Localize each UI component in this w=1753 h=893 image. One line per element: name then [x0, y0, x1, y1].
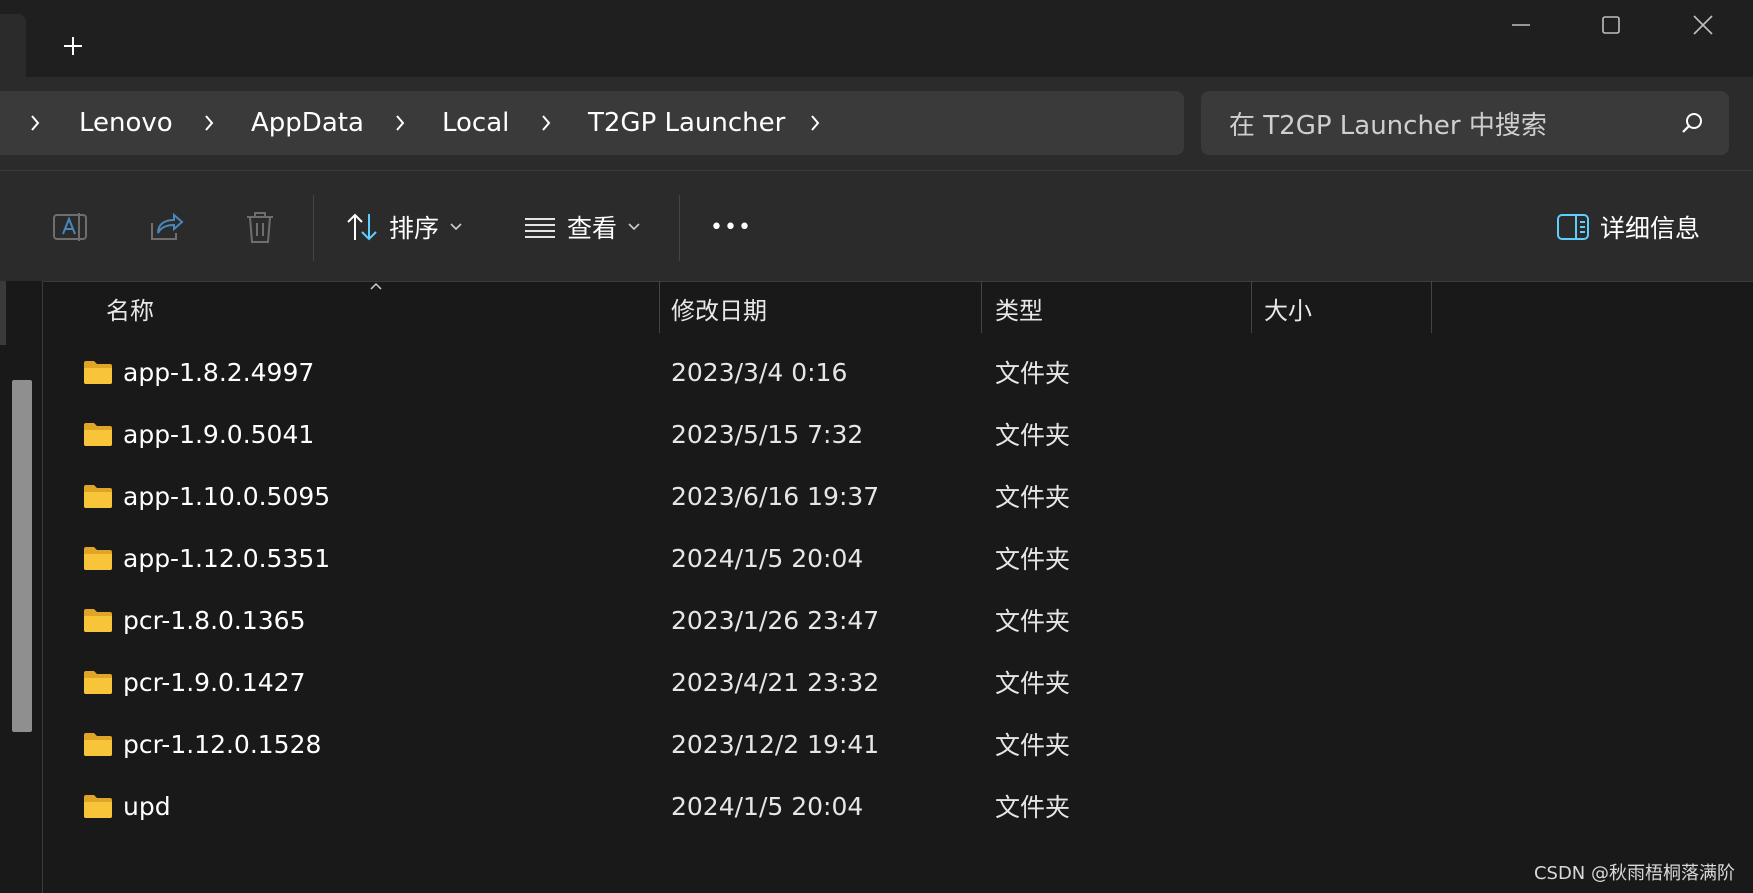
- breadcrumb-chevron-icon[interactable]: [202, 91, 216, 155]
- details-pane-button[interactable]: 详细信息: [1556, 199, 1700, 255]
- column-header-name[interactable]: 名称: [106, 281, 154, 335]
- more-options-button[interactable]: •••: [710, 199, 752, 255]
- close-icon: [1693, 15, 1713, 35]
- column-divider[interactable]: [659, 281, 660, 333]
- minimize-icon: [1512, 24, 1530, 26]
- folder-icon: [84, 671, 112, 694]
- file-modified-date: 2023/12/2 19:41: [671, 729, 880, 759]
- file-modified-date: 2023/6/16 19:37: [671, 481, 880, 511]
- file-name[interactable]: pcr-1.8.0.1365: [123, 589, 306, 651]
- file-row[interactable]: pcr-1.9.0.1427 2023/4/21 23:32 文件夹: [43, 651, 1753, 713]
- breadcrumb-chevron-icon[interactable]: [539, 91, 553, 155]
- file-modified-date: 2023/1/26 23:47: [671, 605, 880, 635]
- search-icon[interactable]: [1681, 111, 1705, 135]
- file-name[interactable]: pcr-1.12.0.1528: [123, 713, 321, 775]
- minimize-button[interactable]: [1475, 0, 1567, 50]
- file-type: 文件夹: [995, 359, 1071, 388]
- breadcrumb-chevron-icon[interactable]: [28, 91, 42, 155]
- file-row[interactable]: app-1.8.2.4997 2023/3/4 0:16 文件夹: [43, 341, 1753, 403]
- toolbar-divider: [313, 195, 314, 261]
- folder-icon: [84, 423, 112, 446]
- column-divider[interactable]: [1251, 281, 1252, 333]
- file-row[interactable]: upd 2024/1/5 20:04 文件夹: [43, 775, 1753, 837]
- watermark: CSDN @秋雨梧桐落满阶: [1533, 863, 1735, 884]
- search-placeholder: 在 T2GP Launcher 中搜索: [1229, 110, 1547, 141]
- maximize-icon: [1602, 16, 1620, 34]
- share-icon[interactable]: [146, 207, 186, 247]
- command-bar: 排序 查看 ••• 详细信息: [0, 170, 1753, 282]
- breadcrumb-lenovo[interactable]: Lenovo: [79, 91, 173, 155]
- file-name[interactable]: pcr-1.9.0.1427: [123, 651, 306, 713]
- file-row[interactable]: app-1.10.0.5095 2023/6/16 19:37 文件夹: [43, 465, 1753, 527]
- folder-icon: [84, 485, 112, 508]
- plus-icon: [64, 37, 82, 55]
- file-type: 文件夹: [995, 669, 1071, 698]
- file-row[interactable]: pcr-1.12.0.1528 2023/12/2 19:41 文件夹: [43, 713, 1753, 775]
- file-modified-date: 2024/1/5 20:04: [671, 543, 864, 573]
- details-pane-label: 详细信息: [1600, 214, 1701, 243]
- sort-icon: [347, 213, 377, 241]
- column-header-row: 名称 修改日期 类型 大小: [43, 281, 1753, 335]
- folder-icon: [84, 361, 112, 384]
- navigation-scrollbar-thumb[interactable]: [12, 380, 32, 732]
- column-divider[interactable]: [1431, 281, 1432, 333]
- maximize-button[interactable]: [1565, 0, 1657, 50]
- file-type: 文件夹: [995, 421, 1071, 450]
- folder-icon: [84, 609, 112, 632]
- file-name[interactable]: app-1.10.0.5095: [123, 465, 330, 527]
- chevron-down-icon: [628, 223, 640, 231]
- file-name[interactable]: app-1.8.2.4997: [123, 341, 314, 403]
- sort-ascending-icon: [370, 282, 382, 290]
- breadcrumb-appdata[interactable]: AppData: [251, 91, 364, 155]
- breadcrumb-local[interactable]: Local: [442, 91, 509, 155]
- toolbar-divider: [679, 195, 680, 261]
- file-type: 文件夹: [995, 483, 1071, 512]
- breadcrumb-t2gp-launcher[interactable]: T2GP Launcher: [588, 91, 785, 155]
- folder-icon: [84, 733, 112, 756]
- file-modified-date: 2023/3/4 0:16: [671, 357, 848, 387]
- folder-icon: [84, 795, 112, 818]
- more-options-icon: •••: [710, 214, 752, 240]
- sort-button[interactable]: 排序: [345, 199, 463, 255]
- sort-label: 排序: [389, 214, 440, 243]
- file-modified-date: 2024/1/5 20:04: [671, 791, 864, 821]
- column-header-type[interactable]: 类型: [995, 281, 1043, 335]
- column-divider[interactable]: [981, 281, 982, 333]
- rename-icon[interactable]: [50, 207, 90, 247]
- file-type: 文件夹: [995, 731, 1071, 760]
- delete-icon[interactable]: [240, 207, 280, 247]
- view-icon: [525, 218, 555, 238]
- breadcrumb-chevron-icon[interactable]: [808, 91, 822, 155]
- search-input[interactable]: 在 T2GP Launcher 中搜索: [1201, 91, 1729, 155]
- file-type: 文件夹: [995, 607, 1071, 636]
- chevron-down-icon: [450, 223, 462, 231]
- navigation-scrollbar-track[interactable]: [0, 281, 6, 345]
- file-row[interactable]: app-1.9.0.5041 2023/5/15 7:32 文件夹: [43, 403, 1753, 465]
- address-bar[interactable]: Lenovo AppData Local T2GP Launcher: [0, 91, 1184, 155]
- file-name[interactable]: upd: [123, 775, 171, 837]
- column-header-modified[interactable]: 修改日期: [671, 281, 767, 335]
- details-pane-icon: [1557, 214, 1589, 240]
- file-row[interactable]: app-1.12.0.5351 2024/1/5 20:04 文件夹: [43, 527, 1753, 589]
- file-name[interactable]: app-1.9.0.5041: [123, 403, 314, 465]
- column-header-size[interactable]: 大小: [1264, 281, 1312, 335]
- view-label: 查看: [567, 214, 618, 243]
- tab[interactable]: [0, 14, 26, 77]
- file-name[interactable]: app-1.12.0.5351: [123, 527, 330, 589]
- file-row[interactable]: pcr-1.8.0.1365 2023/1/26 23:47 文件夹: [43, 589, 1753, 651]
- folder-icon: [84, 547, 112, 570]
- file-type: 文件夹: [995, 545, 1071, 574]
- file-type: 文件夹: [995, 793, 1071, 822]
- file-modified-date: 2023/4/21 23:32: [671, 667, 880, 697]
- close-button[interactable]: [1657, 0, 1749, 50]
- file-modified-date: 2023/5/15 7:32: [671, 419, 864, 449]
- view-button[interactable]: 查看: [523, 199, 641, 255]
- new-tab-button[interactable]: [50, 26, 96, 66]
- breadcrumb-chevron-icon[interactable]: [393, 91, 407, 155]
